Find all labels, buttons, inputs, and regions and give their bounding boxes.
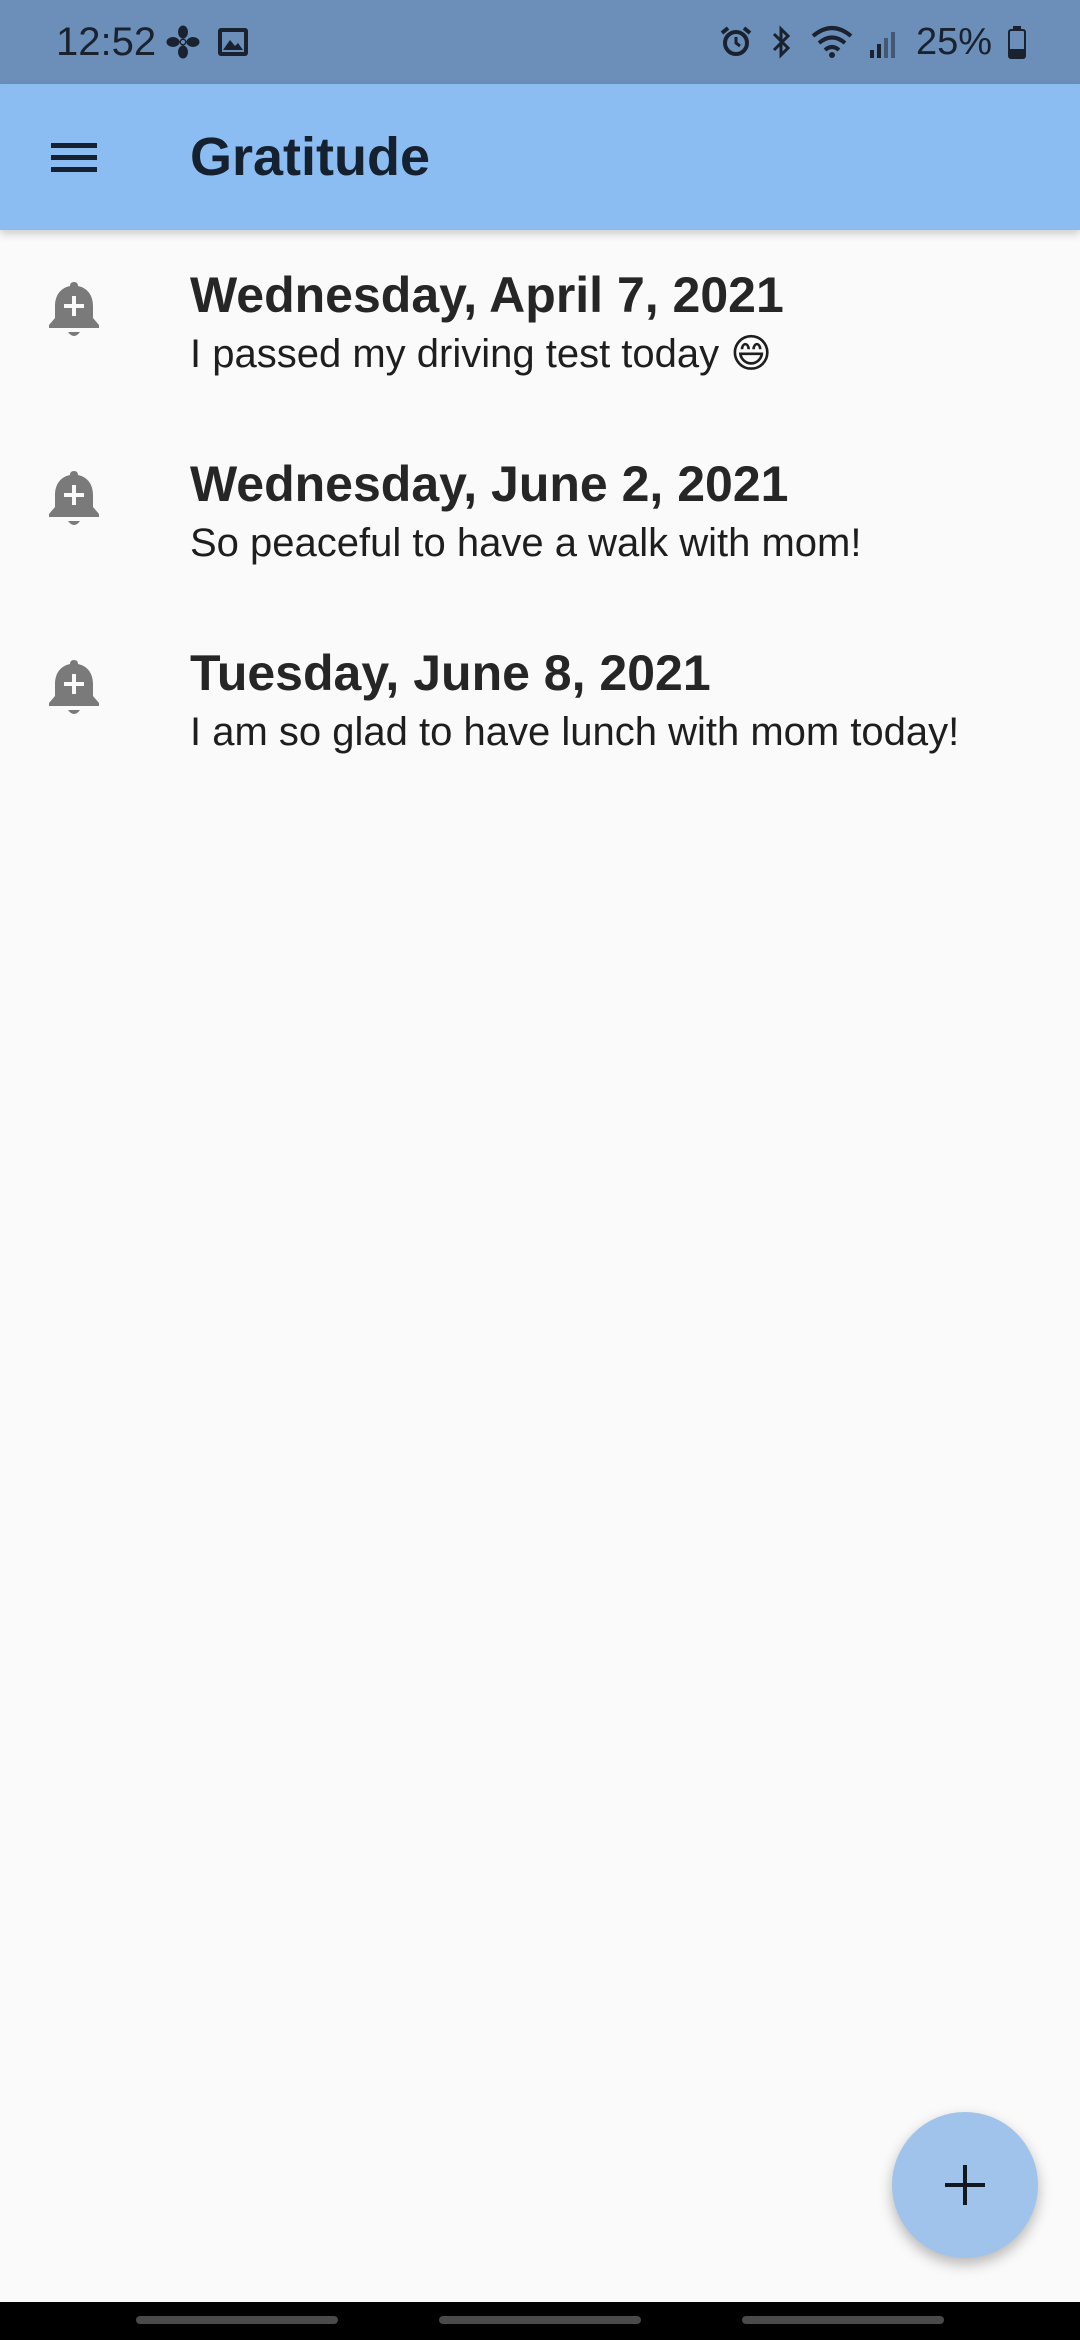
entry-text: So peaceful to have a walk with mom!: [190, 521, 862, 565]
alarm-icon: [720, 26, 752, 56]
entry-list: Wednesday, April 7, 2021 I passed my dri…: [0, 240, 1080, 807]
menu-button[interactable]: [34, 122, 114, 192]
wifi-icon: [811, 26, 853, 58]
app-bar: Gratitude: [0, 84, 1080, 230]
entry-text: I passed my driving test today 😄: [190, 332, 772, 376]
entry-text: I am so glad to have lunch with mom toda…: [190, 710, 960, 754]
app-title: Gratitude: [190, 127, 431, 187]
entry-date: Wednesday, June 2, 2021: [190, 456, 789, 512]
bluetooth-icon: [772, 25, 791, 59]
bell-plus-icon: [49, 471, 99, 525]
list-item[interactable]: Tuesday, June 8, 2021 I am so glad to ha…: [0, 618, 1080, 807]
bell-plus-button[interactable]: [44, 467, 104, 529]
bell-plus-icon: [49, 660, 99, 714]
gratitude-screen: 12:52 25% Gratitude Wednesday, April 7, …: [0, 0, 1080, 2340]
status-time: 12:52: [56, 20, 157, 64]
nav-recents-handle[interactable]: [136, 2316, 338, 2324]
hamburger-menu-icon: [51, 143, 97, 172]
bell-plus-button[interactable]: [44, 278, 104, 340]
fan-icon: [166, 25, 200, 59]
plus-icon: [945, 2165, 985, 2205]
image-icon: [218, 28, 248, 56]
bell-plus-button[interactable]: [44, 656, 104, 718]
nav-back-handle[interactable]: [742, 2316, 944, 2324]
status-left-icons: [166, 22, 250, 62]
entry-date: Wednesday, April 7, 2021: [190, 267, 784, 323]
list-item[interactable]: Wednesday, April 7, 2021 I passed my dri…: [0, 240, 1080, 429]
system-nav-bar: [0, 2302, 1080, 2340]
battery-icon: [1008, 26, 1026, 59]
entry-date: Tuesday, June 8, 2021: [190, 645, 711, 701]
battery-percent: 25%: [915, 21, 992, 63]
list-item[interactable]: Wednesday, June 2, 2021 So peaceful to h…: [0, 429, 1080, 618]
nav-home-handle[interactable]: [439, 2316, 641, 2324]
status-right-icons: 25%: [718, 18, 1028, 66]
add-entry-button[interactable]: [892, 2112, 1038, 2258]
status-bar: 12:52 25%: [0, 0, 1080, 84]
signal-icon: [869, 32, 895, 58]
bell-plus-icon: [49, 282, 99, 336]
